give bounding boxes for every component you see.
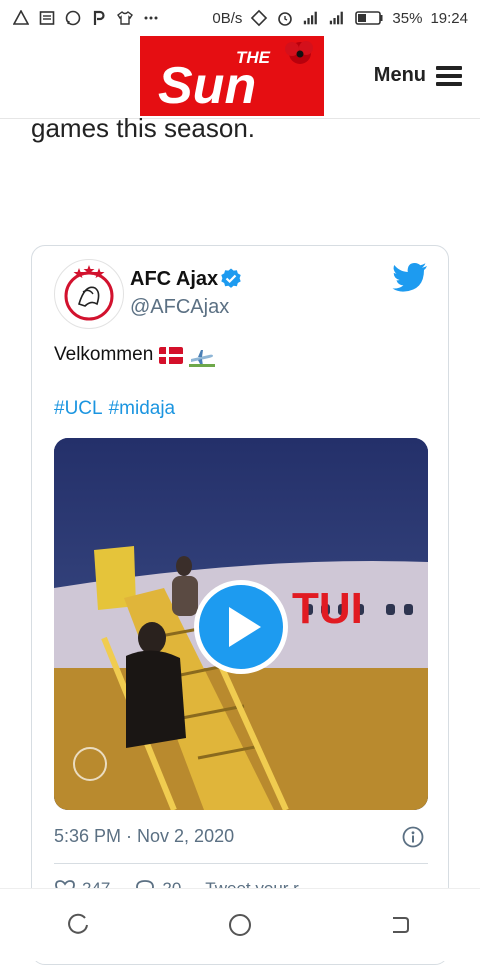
hamburger-icon [436, 65, 462, 86]
status-icons-right: 0B/s 35% 19:24 [212, 9, 468, 27]
tweet-author-name[interactable]: AFC Ajax [130, 268, 218, 291]
ajax-avatar[interactable] [54, 259, 124, 329]
network-speed: 0B/s [212, 9, 243, 27]
tweet-hashtags: #UCL #midaja [54, 398, 175, 420]
site-header: THE Sun Menu [0, 36, 480, 119]
hashtag-ucl[interactable]: #UCL [54, 398, 103, 420]
menu-button[interactable]: Menu [374, 64, 462, 87]
status-icons-left [12, 9, 160, 27]
back-button[interactable] [380, 905, 420, 945]
denmark-flag-icon [159, 346, 184, 364]
play-icon [229, 607, 261, 647]
poppy-icon [285, 41, 313, 64]
home-button[interactable] [220, 905, 260, 945]
embedded-tweet[interactable]: AFC Ajax @AFCAjax Velkommen #UCL #midaja [31, 245, 449, 965]
tweet-video[interactable]: TUI [54, 438, 428, 810]
paypal-icon [90, 9, 108, 27]
more-icon [142, 9, 160, 27]
recents-button[interactable] [60, 905, 100, 945]
aircraft-livery-text: TUI [292, 584, 363, 633]
system-nav-bar [0, 888, 480, 961]
tweet-timestamp[interactable]: 5:36 PM · Nov 2, 2020 [54, 826, 234, 847]
whatsapp-icon [64, 9, 82, 27]
twitter-bird-icon[interactable] [392, 262, 428, 292]
tweet-author-handle[interactable]: @AFCAjax [130, 296, 229, 319]
warning-icon [12, 9, 30, 27]
status-bar: 0B/s 35% 19:24 [0, 0, 480, 36]
article-text: games this season. [31, 113, 256, 143]
tweet-text: Velkommen [54, 344, 216, 367]
screen-rotate-icon [250, 9, 268, 27]
back-icon [393, 917, 409, 933]
play-button[interactable] [194, 580, 288, 674]
tweet-divider [54, 863, 428, 864]
logo-sun-text: Sun [158, 57, 256, 115]
shirt-icon [116, 9, 134, 27]
signal-icon [328, 9, 346, 27]
battery-icon [354, 9, 384, 27]
info-icon[interactable] [402, 826, 424, 848]
home-icon [229, 914, 251, 936]
verified-badge-icon [219, 267, 243, 291]
menu-label: Menu [373, 64, 426, 86]
tweet-text-body: Velkommen [54, 344, 154, 365]
signal-icon [302, 9, 320, 27]
battery-percent: 35% [392, 9, 423, 27]
alarm-icon [276, 9, 294, 27]
clock: 19:24 [430, 9, 468, 27]
news-icon [38, 9, 56, 27]
airplane-icon [189, 347, 216, 367]
the-sun-logo[interactable]: THE Sun [140, 36, 324, 116]
hashtag-midaja[interactable]: #midaja [109, 398, 176, 420]
recents-icon [68, 913, 88, 934]
